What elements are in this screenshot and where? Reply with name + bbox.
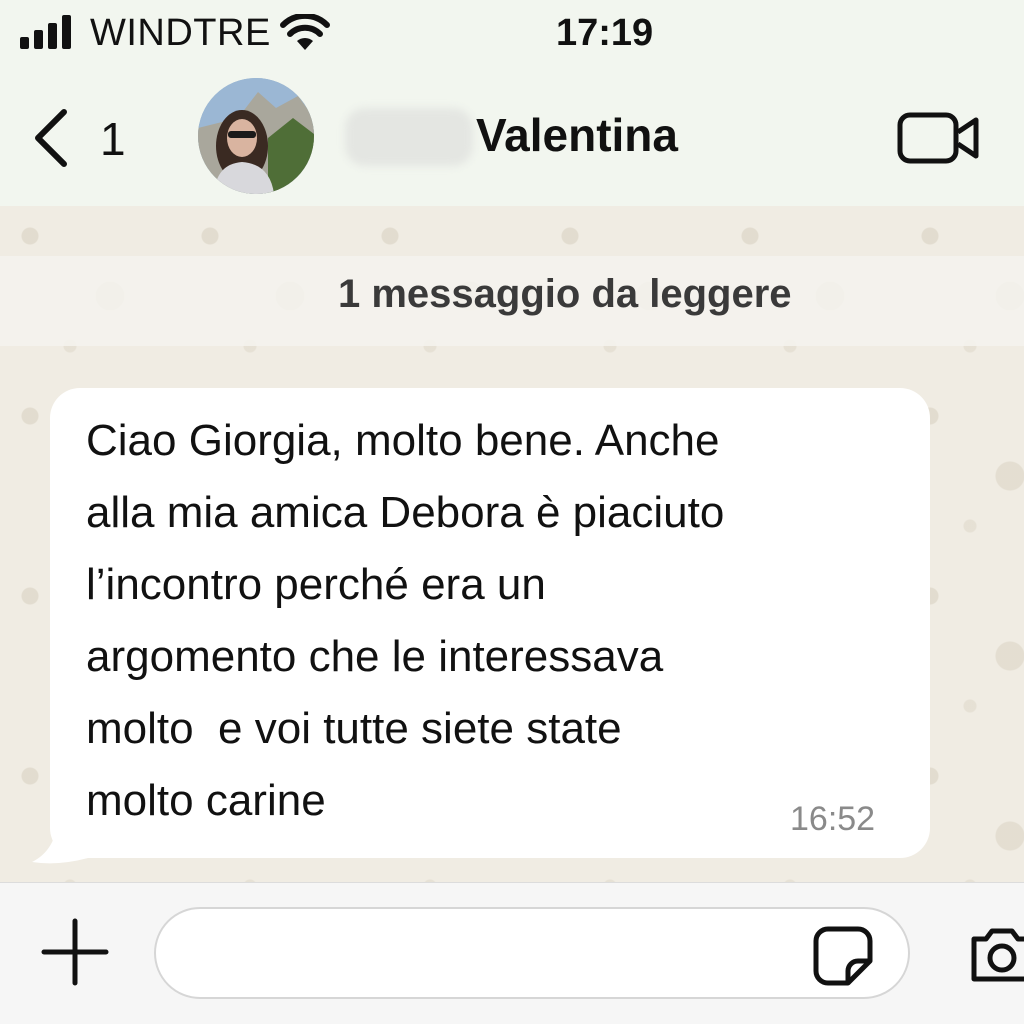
message-text-line: molto e voi tutte siete state xyxy=(86,704,622,753)
video-call-icon[interactable] xyxy=(896,110,982,166)
input-bar xyxy=(0,882,1024,1024)
cellular-signal-icon xyxy=(20,15,71,49)
message-input[interactable] xyxy=(154,907,910,999)
blurred-name-redaction xyxy=(345,108,473,166)
avatar-photo xyxy=(198,78,314,194)
message-text-line: argomento che le interessava xyxy=(86,632,664,681)
sticker-icon[interactable] xyxy=(812,925,874,987)
unread-banner-text: 1 messaggio da leggere xyxy=(338,272,792,316)
carrier-name: WINDTRE xyxy=(90,12,271,54)
wifi-icon xyxy=(280,14,330,50)
camera-icon[interactable] xyxy=(968,923,1024,983)
contact-name[interactable]: Valentina xyxy=(476,108,678,162)
contact-avatar[interactable] xyxy=(198,78,314,194)
status-time: 17:19 xyxy=(556,12,654,54)
message-text-line: alla mia amica Debora è piaciuto xyxy=(86,488,725,537)
status-bar: WINDTRE 17:19 xyxy=(0,0,1024,72)
plus-icon[interactable] xyxy=(40,917,110,987)
unread-chats-count[interactable]: 1 xyxy=(100,112,126,166)
back-chevron-icon[interactable] xyxy=(28,106,72,170)
message-timestamp: 16:52 xyxy=(790,800,876,838)
message-text-line: Ciao Giorgia, molto bene. Anche xyxy=(86,416,720,465)
message-text-line: molto carine xyxy=(86,776,326,825)
message-text-line: l’incontro perché era un xyxy=(86,560,546,609)
chat-header: 1 Valentina xyxy=(0,72,1024,206)
chat-area[interactable]: 1 messaggio da leggere Ciao Giorgia, mol… xyxy=(0,206,1024,882)
